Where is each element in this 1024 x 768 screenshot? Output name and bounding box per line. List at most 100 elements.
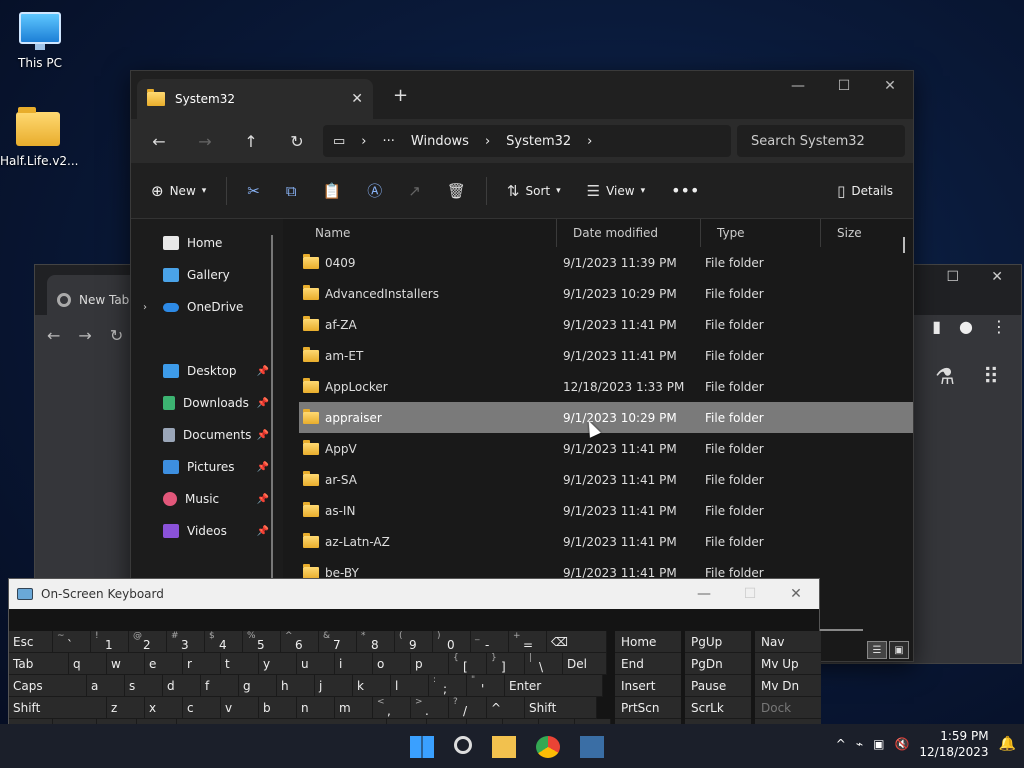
- forward-arrow-icon[interactable]: →: [78, 326, 91, 345]
- nav-item-desktop[interactable]: Desktop 📌: [131, 355, 283, 387]
- pin-icon[interactable]: 📌: [257, 366, 269, 377]
- osk-key[interactable]: k: [353, 675, 391, 697]
- osk-minimize-button[interactable]: —: [681, 579, 727, 609]
- chrome-close-button[interactable]: ✕: [991, 269, 1003, 285]
- nav-item-documents[interactable]: Documents 📌: [131, 419, 283, 451]
- osk-key[interactable]: y: [259, 653, 297, 675]
- osk-key[interactable]: o: [373, 653, 411, 675]
- osk-key[interactable]: d: [163, 675, 201, 697]
- clock[interactable]: 1:59 PM 12/18/2023: [919, 728, 988, 760]
- delete-button[interactable]: 🗑: [437, 173, 476, 209]
- osk-key[interactable]: $4: [205, 631, 243, 653]
- search-icon[interactable]: [454, 736, 472, 754]
- osk-maximize-button[interactable]: ☐: [727, 579, 773, 609]
- chrome-maximize-button[interactable]: ☐: [946, 269, 959, 285]
- nav-item-gallery[interactable]: Gallery: [131, 259, 283, 291]
- osk-key[interactable]: ⌫: [547, 631, 607, 653]
- table-row[interactable]: az-Latn-AZ 9/1/2023 11:41 PM File folder: [299, 526, 913, 557]
- cut-button[interactable]: ✂: [237, 173, 270, 209]
- breadcrumb-windows[interactable]: Windows: [411, 134, 469, 149]
- osk-side-key[interactable]: Home: [615, 631, 681, 653]
- close-tab-icon[interactable]: ✕: [351, 91, 363, 107]
- osk-side-key[interactable]: PgDn: [685, 653, 751, 675]
- reload-icon[interactable]: ↻: [110, 326, 123, 345]
- notification-bell-icon[interactable]: 🔔: [999, 736, 1016, 752]
- table-row[interactable]: appraiser 9/1/2023 10:29 PM File folder: [299, 402, 913, 433]
- osk-key[interactable]: l: [391, 675, 429, 697]
- menu-dots-icon[interactable]: ⋮: [991, 317, 1007, 336]
- chevron-up-icon[interactable]: ^: [836, 737, 846, 751]
- new-button[interactable]: ⊕ New ▾: [141, 173, 216, 209]
- osk-side-key[interactable]: Insert: [615, 675, 681, 697]
- labs-flask-icon[interactable]: ⚗: [935, 365, 955, 390]
- display-icon[interactable]: ▣: [873, 737, 884, 751]
- profile-icon[interactable]: ●: [959, 317, 973, 336]
- search-input[interactable]: Search System32: [737, 125, 905, 157]
- table-row[interactable]: as-IN 9/1/2023 11:41 PM File folder: [299, 495, 913, 526]
- osk-key[interactable]: f: [201, 675, 239, 697]
- on-screen-keyboard[interactable]: On-Screen Keyboard — ☐ ✕ Esc ~ `! 1 @2 #3 $4% 5…: [8, 578, 821, 744]
- osk-side-key[interactable]: Nav: [755, 631, 821, 653]
- pin-icon[interactable]: 📌: [257, 398, 269, 409]
- column-date-modified[interactable]: Date modified: [557, 219, 701, 247]
- osk-side-key[interactable]: Pause: [685, 675, 751, 697]
- osk-key[interactable]: z: [107, 697, 145, 719]
- view-button[interactable]: ☰ View ▾: [577, 173, 655, 209]
- osk-key[interactable]: >.: [411, 697, 449, 719]
- maximize-button[interactable]: ☐: [821, 71, 867, 101]
- close-button[interactable]: ✕: [867, 71, 913, 101]
- column-type[interactable]: Type: [701, 219, 821, 247]
- paste-button[interactable]: 📋: [313, 173, 352, 209]
- back-arrow-icon[interactable]: ←: [139, 125, 179, 157]
- nav-item-downloads[interactable]: Downloads 📌: [131, 387, 283, 419]
- back-arrow-icon[interactable]: ←: [47, 326, 60, 345]
- osk-key[interactable]: (9: [395, 631, 433, 653]
- refresh-icon[interactable]: ↻: [277, 125, 317, 157]
- nav-scrollbar[interactable]: [271, 235, 273, 585]
- table-row[interactable]: am-ET 9/1/2023 11:41 PM File folder: [299, 340, 913, 371]
- details-view-icon[interactable]: ☰: [867, 641, 887, 659]
- breadcrumb-system32[interactable]: System32: [506, 134, 571, 149]
- osk-key[interactable]: v: [221, 697, 259, 719]
- table-row[interactable]: AdvancedInstallers 9/1/2023 10:29 PM File …: [299, 278, 913, 309]
- column-size[interactable]: Size: [821, 219, 901, 247]
- osk-key[interactable]: ! 1: [91, 631, 129, 653]
- chevron-right-icon[interactable]: ›: [143, 302, 147, 313]
- osk-key[interactable]: " ': [467, 675, 505, 697]
- osk-key[interactable]: n: [297, 697, 335, 719]
- up-arrow-icon[interactable]: ↑: [231, 125, 271, 157]
- osk-key[interactable]: t: [221, 653, 259, 675]
- osk-key[interactable]: a: [87, 675, 125, 697]
- pin-icon[interactable]: 📌: [257, 526, 269, 537]
- osk-key[interactable]: r: [183, 653, 221, 675]
- more-path-icon[interactable]: ···: [383, 134, 395, 149]
- osk-key[interactable]: Del: [563, 653, 607, 675]
- nav-item-home[interactable]: Home: [131, 227, 283, 259]
- terminal-taskbar-icon[interactable]: [580, 736, 604, 758]
- file-explorer-window[interactable]: System32 ✕ + — ☐ ✕ ← → ↑ ↻ ▭ › ··· Windo…: [130, 70, 914, 662]
- address-bar[interactable]: ▭ › ··· Windows › System32 ›: [323, 125, 731, 157]
- nav-item-onedrive[interactable]: › OneDrive: [131, 291, 283, 323]
- osk-key[interactable]: Shift: [525, 697, 597, 719]
- osk-side-key[interactable]: ScrLk: [685, 697, 751, 719]
- osk-key[interactable]: e: [145, 653, 183, 675]
- osk-key[interactable]: | \: [525, 653, 563, 675]
- osk-key[interactable]: :;: [429, 675, 467, 697]
- pin-icon[interactable]: 📌: [257, 494, 269, 505]
- osk-key[interactable]: @2: [129, 631, 167, 653]
- osk-key[interactable]: p: [411, 653, 449, 675]
- osk-key[interactable]: s: [125, 675, 163, 697]
- table-row[interactable]: AppLocker 12/18/2023 1:33 PM File folder: [299, 371, 913, 402]
- table-row[interactable]: 0409 9/1/2023 11:39 PM File folder: [299, 247, 913, 278]
- details-button[interactable]: ▯ Details: [827, 173, 903, 209]
- osk-key[interactable]: ^ 6: [281, 631, 319, 653]
- apps-grid-icon[interactable]: ⠿: [983, 365, 999, 390]
- osk-key[interactable]: b: [259, 697, 297, 719]
- osk-key[interactable]: & 7: [319, 631, 357, 653]
- osk-key[interactable]: ? /: [449, 697, 487, 719]
- osk-key[interactable]: Shift: [9, 697, 107, 719]
- column-name[interactable]: Name: [299, 219, 557, 247]
- new-tab-button[interactable]: +: [393, 85, 408, 106]
- osk-side-key[interactable]: PgUp: [685, 631, 751, 653]
- chevron-right-icon[interactable]: ›: [587, 134, 592, 149]
